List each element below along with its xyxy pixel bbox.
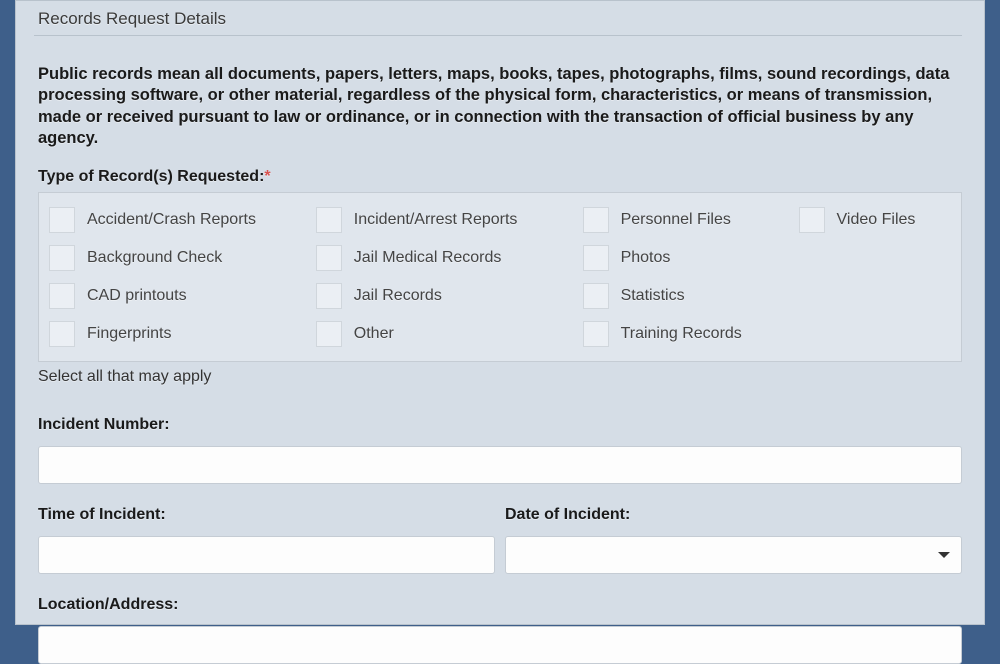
checkbox-photos[interactable]	[583, 245, 609, 271]
helper-text: Select all that may apply	[38, 368, 962, 386]
checkbox-jail-records[interactable]	[316, 283, 342, 309]
checkbox-label-statistics: Statistics	[621, 287, 685, 305]
checkbox-label-incident-arrest-reports: Incident/Arrest Reports	[354, 211, 518, 229]
checkbox-empty-cell	[799, 245, 951, 271]
checkbox-label-personnel-files: Personnel Files	[621, 211, 731, 229]
records-request-panel: Records Request Details Public records m…	[15, 0, 985, 625]
checkbox-item-jail-records[interactable]: Jail Records	[316, 283, 583, 309]
section-header: Records Request Details	[34, 1, 962, 36]
checkbox-background-check[interactable]	[49, 245, 75, 271]
public-records-description: Public records mean all documents, paper…	[38, 64, 962, 150]
date-of-incident-label: Date of Incident:	[505, 506, 962, 524]
checkbox-item-photos[interactable]: Photos	[583, 245, 799, 271]
checkbox-label-cad-printouts: CAD printouts	[87, 287, 187, 305]
location-address-label: Location/Address:	[38, 596, 962, 614]
checkbox-item-video-files[interactable]: Video Files	[799, 207, 951, 233]
checkbox-item-accident-crash-reports[interactable]: Accident/Crash Reports	[49, 207, 316, 233]
checkbox-label-accident-crash-reports: Accident/Crash Reports	[87, 211, 256, 229]
checkbox-jail-medical-records[interactable]	[316, 245, 342, 271]
time-of-incident-label: Time of Incident:	[38, 506, 495, 524]
date-of-incident-input[interactable]	[505, 536, 962, 574]
checkbox-item-fingerprints[interactable]: Fingerprints	[49, 321, 316, 347]
checkbox-statistics[interactable]	[583, 283, 609, 309]
checkbox-item-jail-medical-records[interactable]: Jail Medical Records	[316, 245, 583, 271]
required-indicator: *	[264, 168, 270, 185]
checkbox-empty-cell	[799, 283, 951, 309]
type-of-records-label-text: Type of Record(s) Requested:	[38, 168, 264, 185]
checkbox-item-training-records[interactable]: Training Records	[583, 321, 799, 347]
checkbox-personnel-files[interactable]	[583, 207, 609, 233]
checkbox-empty-cell	[799, 321, 951, 347]
record-types-group: Accident/Crash Reports Incident/Arrest Re…	[38, 192, 962, 362]
checkbox-fingerprints[interactable]	[49, 321, 75, 347]
checkbox-item-cad-printouts[interactable]: CAD printouts	[49, 283, 316, 309]
checkbox-training-records[interactable]	[583, 321, 609, 347]
checkbox-accident-crash-reports[interactable]	[49, 207, 75, 233]
checkbox-item-other[interactable]: Other	[316, 321, 583, 347]
checkbox-other[interactable]	[316, 321, 342, 347]
checkbox-label-video-files: Video Files	[837, 211, 916, 229]
checkbox-video-files[interactable]	[799, 207, 825, 233]
incident-number-input[interactable]	[38, 446, 962, 484]
checkbox-label-other: Other	[354, 325, 394, 343]
checkbox-item-background-check[interactable]: Background Check	[49, 245, 316, 271]
time-of-incident-input[interactable]	[38, 536, 495, 574]
checkbox-item-incident-arrest-reports[interactable]: Incident/Arrest Reports	[316, 207, 583, 233]
checkbox-label-background-check: Background Check	[87, 249, 222, 267]
checkbox-cad-printouts[interactable]	[49, 283, 75, 309]
checkbox-label-fingerprints: Fingerprints	[87, 325, 171, 343]
checkbox-label-photos: Photos	[621, 249, 671, 267]
checkbox-item-statistics[interactable]: Statistics	[583, 283, 799, 309]
checkbox-label-jail-records: Jail Records	[354, 287, 442, 305]
checkbox-item-personnel-files[interactable]: Personnel Files	[583, 207, 799, 233]
checkbox-label-training-records: Training Records	[621, 325, 742, 343]
incident-number-label: Incident Number:	[38, 416, 962, 434]
type-of-records-label: Type of Record(s) Requested:*	[38, 168, 962, 186]
checkbox-incident-arrest-reports[interactable]	[316, 207, 342, 233]
checkbox-label-jail-medical-records: Jail Medical Records	[354, 249, 502, 267]
location-address-input[interactable]	[38, 626, 962, 664]
